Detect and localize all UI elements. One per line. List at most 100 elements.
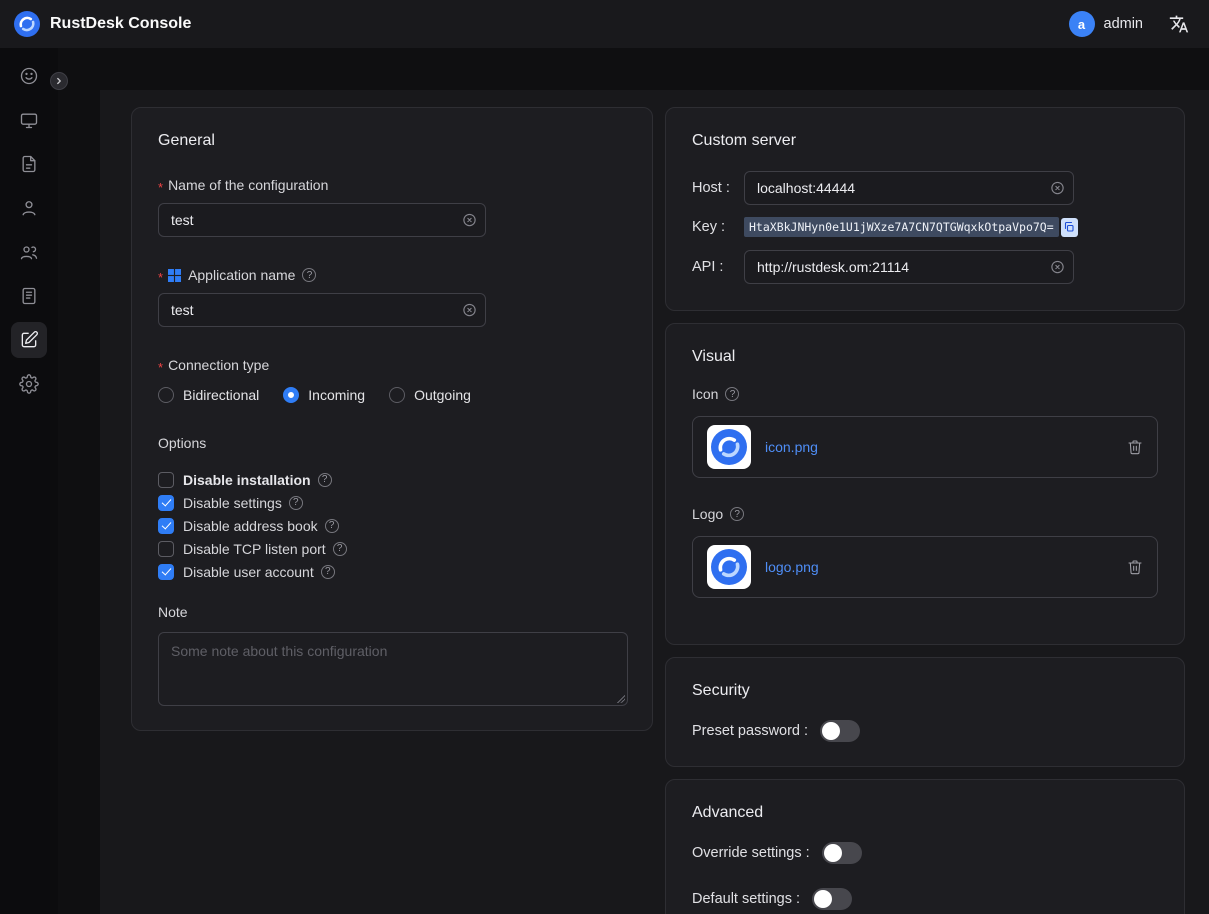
note-textarea[interactable] — [158, 632, 628, 706]
sidebar-item-sessions[interactable] — [11, 146, 47, 182]
logo-thumbnail — [707, 545, 751, 589]
sidebar-item-settings[interactable] — [11, 366, 47, 402]
icon-label-text: Icon — [692, 386, 718, 402]
help-icon[interactable] — [730, 507, 744, 521]
radio-bidirectional[interactable]: Bidirectional — [158, 387, 259, 403]
resize-handle[interactable] — [616, 694, 625, 703]
radio-circle — [389, 387, 405, 403]
radio-label: Outgoing — [414, 387, 471, 403]
copy-key-button[interactable] — [1061, 218, 1078, 237]
key-row: Key : HtaXBkJNHyn0e1U1jWXze7A7CN7QTGWqxk… — [692, 217, 1158, 237]
delete-logo-button[interactable] — [1127, 559, 1143, 575]
sidebar-item-devices[interactable] — [11, 102, 47, 138]
checkbox-disable-tcp-listen-port[interactable]: Disable TCP listen port — [158, 540, 626, 557]
clear-host-icon[interactable] — [1050, 181, 1065, 196]
sidebar-item-users[interactable] — [11, 190, 47, 226]
icon-label: Icon — [692, 386, 1158, 402]
general-card: General Name of the configuration Applic… — [131, 107, 653, 731]
connection-type-radios: Bidirectional Incoming Outgoing — [158, 387, 626, 403]
preset-password-toggle[interactable] — [820, 720, 860, 742]
gear-icon — [19, 374, 39, 394]
app-field-label: Application name — [158, 267, 626, 283]
help-icon[interactable] — [725, 387, 739, 401]
rustdesk-logo-icon — [711, 549, 747, 585]
help-icon[interactable] — [318, 473, 332, 487]
sidebar — [0, 48, 58, 914]
icon-file-link[interactable]: icon.png — [765, 439, 818, 455]
host-row: Host : — [692, 171, 1158, 205]
radio-label: Bidirectional — [183, 387, 259, 403]
rustdesk-logo-icon — [711, 429, 747, 465]
help-icon[interactable] — [302, 268, 316, 282]
preset-password-row: Preset password : — [692, 720, 1158, 742]
edit-square-icon — [19, 330, 39, 350]
default-settings-label: Default settings : — [692, 891, 800, 907]
checkbox-disable-settings[interactable]: Disable settings — [158, 494, 626, 511]
checkbox-disable-installation[interactable]: Disable installation — [158, 471, 626, 488]
checkbox-label: Disable user account — [183, 564, 314, 580]
security-card: Security Preset password : — [665, 657, 1185, 767]
icon-file-box: icon.png — [692, 416, 1158, 478]
app-name-input[interactable] — [158, 293, 486, 327]
required-asterisk — [158, 181, 163, 194]
checkbox-label: Disable TCP listen port — [183, 541, 326, 557]
custom-server-card: Custom server Host : Key : HtaXBkJNHyn0e… — [665, 107, 1185, 311]
note-wrap — [158, 632, 628, 706]
clear-api-icon[interactable] — [1050, 260, 1065, 275]
logo-label: Logo — [692, 506, 1158, 522]
key-value-line: HtaXBkJNHyn0e1U1jWXze7A7CN7QTGWqxkOtpaVp… — [744, 217, 1078, 237]
required-asterisk — [158, 271, 163, 284]
delete-icon-button[interactable] — [1127, 439, 1143, 455]
radio-circle — [283, 387, 299, 403]
visual-card: Visual Icon icon.png — [665, 323, 1185, 645]
checkbox-disable-user-account[interactable]: Disable user account — [158, 563, 626, 580]
user-icon — [19, 198, 39, 218]
sidebar-item-custom-client[interactable] — [11, 322, 47, 358]
app-title: RustDesk Console — [50, 15, 191, 33]
checkbox-label: Disable installation — [183, 472, 311, 488]
name-label-text: Name of the configuration — [168, 177, 328, 193]
topbar-right: a admin — [1069, 11, 1190, 37]
default-settings-toggle[interactable] — [812, 888, 852, 910]
visual-title: Visual — [692, 348, 1158, 366]
checkbox-disable-address-book[interactable]: Disable address book — [158, 517, 626, 534]
clear-name-icon[interactable] — [462, 213, 477, 228]
sidebar-item-overview[interactable] — [11, 58, 47, 94]
key-label: Key : — [692, 219, 744, 235]
journal-icon — [19, 286, 39, 306]
security-title: Security — [692, 682, 1158, 700]
clear-app-name-icon[interactable] — [462, 303, 477, 318]
sidebar-expand-button[interactable] — [50, 72, 68, 90]
radio-label: Incoming — [308, 387, 365, 403]
override-settings-label: Override settings : — [692, 845, 810, 861]
logo-file-link[interactable]: logo.png — [765, 559, 819, 575]
help-icon[interactable] — [325, 519, 339, 533]
override-settings-toggle[interactable] — [822, 842, 862, 864]
name-input[interactable] — [158, 203, 486, 237]
sidebar-item-groups[interactable] — [11, 234, 47, 270]
radio-outgoing[interactable]: Outgoing — [389, 387, 471, 403]
connection-label-text: Connection type — [168, 357, 269, 373]
api-input[interactable] — [744, 250, 1074, 284]
radio-incoming[interactable]: Incoming — [283, 387, 365, 403]
rustdesk-logo-icon — [14, 11, 40, 37]
sidebar-item-audit[interactable] — [11, 278, 47, 314]
translate-icon[interactable] — [1169, 14, 1189, 34]
main-content: General Name of the configuration Applic… — [100, 90, 1209, 914]
checkbox-box — [158, 518, 174, 534]
preset-password-label: Preset password : — [692, 723, 808, 739]
help-icon[interactable] — [289, 496, 303, 510]
logo-file-box: logo.png — [692, 536, 1158, 598]
key-value[interactable]: HtaXBkJNHyn0e1U1jWXze7A7CN7QTGWqxkOtpaVp… — [744, 217, 1059, 237]
help-icon[interactable] — [333, 542, 347, 556]
host-input[interactable] — [744, 171, 1074, 205]
username[interactable]: admin — [1104, 16, 1144, 32]
note-label: Note — [158, 604, 626, 620]
right-column: Custom server Host : Key : HtaXBkJNHyn0e… — [665, 107, 1185, 914]
topbar: RustDesk Console a admin — [0, 0, 1209, 48]
required-asterisk — [158, 361, 163, 374]
checkbox-box — [158, 495, 174, 511]
windows-icon — [168, 269, 181, 282]
user-avatar[interactable]: a — [1069, 11, 1095, 37]
help-icon[interactable] — [321, 565, 335, 579]
